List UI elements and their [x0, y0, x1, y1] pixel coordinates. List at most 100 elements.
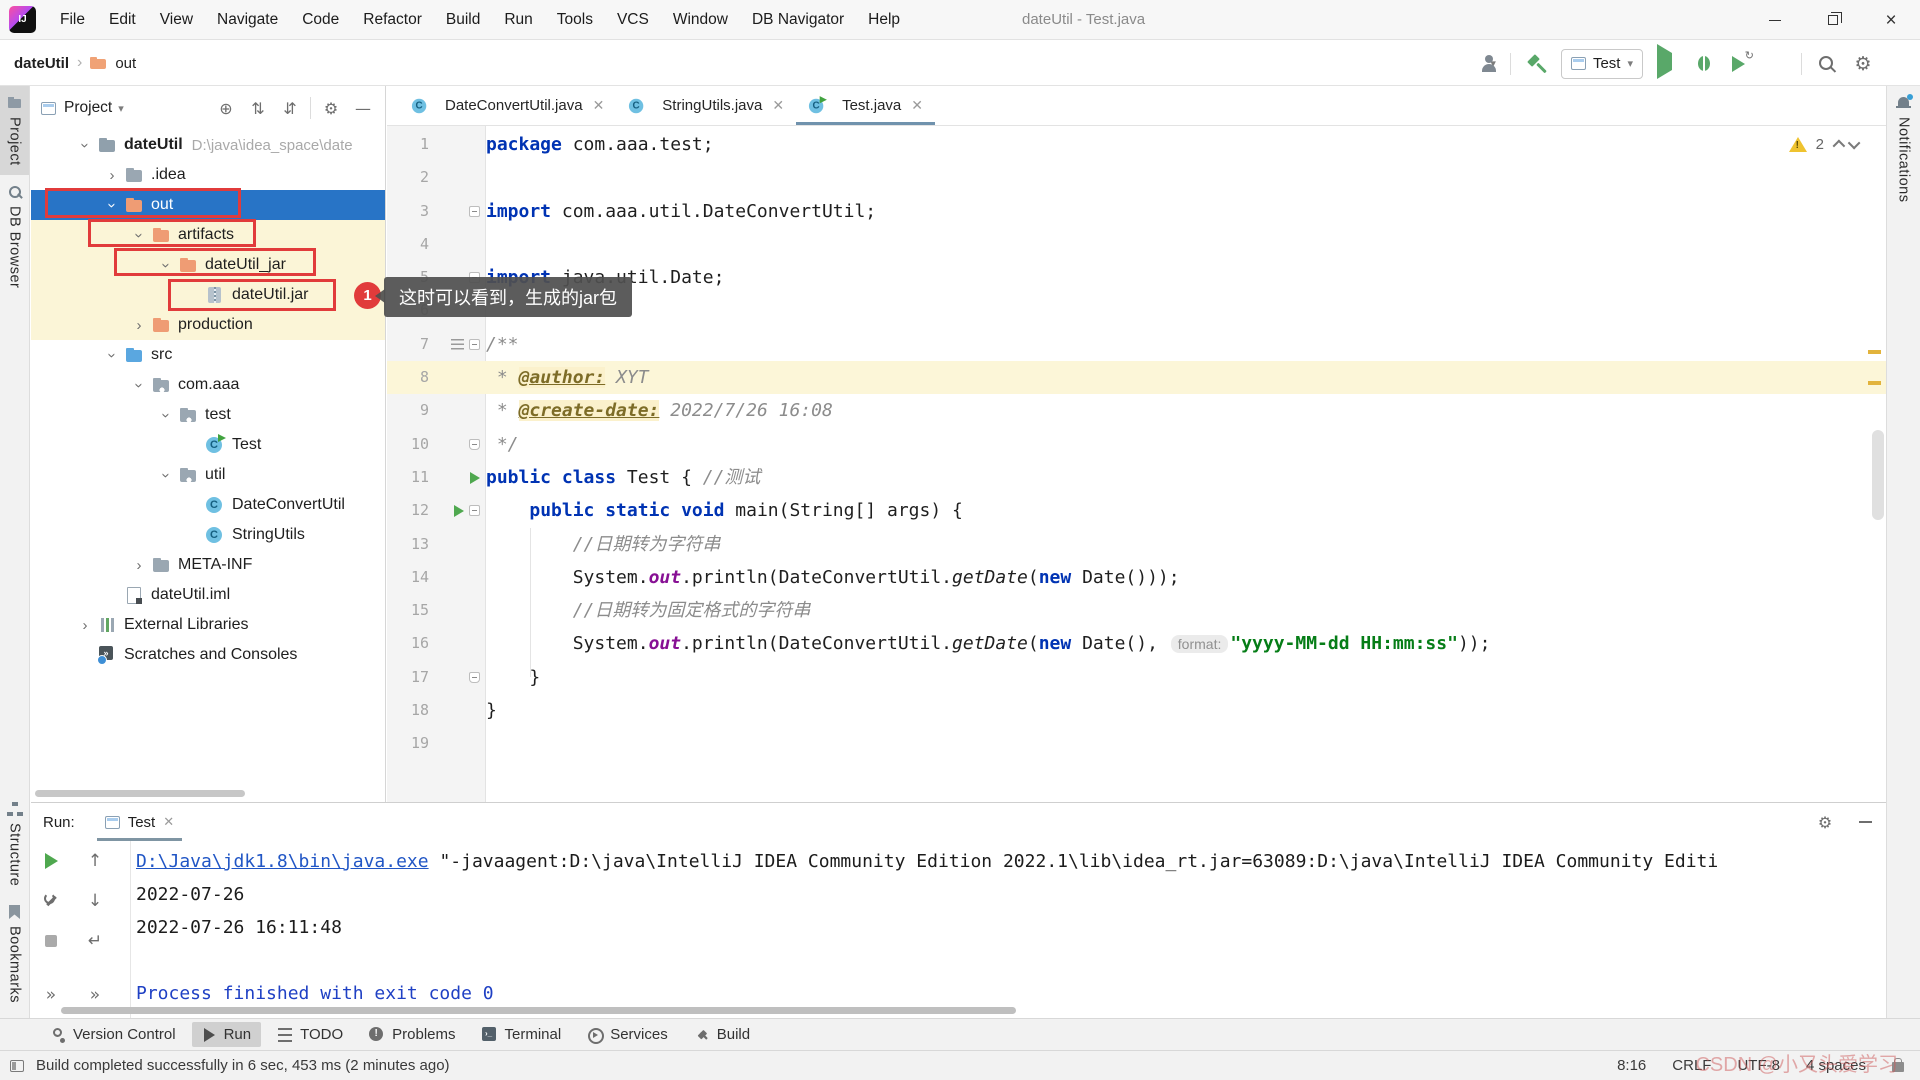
tree-row-test[interactable]: Test — [31, 430, 385, 460]
menu-item-run[interactable]: Run — [494, 7, 542, 33]
collapse-arrow-icon[interactable]: › — [131, 372, 148, 398]
ide-features-button[interactable] — [1888, 53, 1910, 75]
run-tab[interactable]: Test ✕ — [96, 803, 183, 841]
more-actions-right[interactable]: » — [83, 983, 107, 1007]
menu-item-file[interactable]: File — [50, 7, 95, 33]
tree-row-dateutil-iml[interactable]: dateUtil.iml — [31, 580, 385, 610]
panel-settings-button[interactable]: ⚙ — [319, 99, 343, 118]
menu-item-help[interactable]: Help — [858, 7, 910, 33]
expand-arrow-icon[interactable]: › — [126, 317, 152, 334]
fold-icon[interactable] — [469, 272, 480, 284]
settings-button[interactable]: ⚙ — [1852, 53, 1874, 75]
tool-window-toggle-icon[interactable] — [10, 1059, 24, 1072]
collapse-arrow-icon[interactable]: › — [158, 252, 175, 278]
menu-item-build[interactable]: Build — [436, 7, 490, 33]
run-console[interactable]: D:\Java\jdk1.8\bin\java.exe "-javaagent:… — [136, 845, 1886, 1018]
tree-row-test[interactable]: › test — [31, 400, 385, 430]
console-horizontal-scrollbar[interactable] — [61, 1007, 1016, 1014]
toolwindow-button-build[interactable]: Build — [684, 1022, 760, 1047]
collapse-all-button[interactable]: ⇵ — [278, 99, 302, 118]
toolwindow-button-problems[interactable]: Problems — [359, 1022, 465, 1047]
collapse-arrow-icon[interactable]: › — [131, 222, 148, 248]
inspection-widget[interactable]: 2 — [1788, 136, 1861, 153]
run-button[interactable] — [1657, 43, 1679, 79]
breadcrumb-folder[interactable]: out — [115, 55, 136, 72]
console-path-link[interactable]: D:\Java\jdk1.8\bin\java.exe — [136, 851, 429, 872]
expand-all-button[interactable]: ⇅ — [246, 99, 270, 118]
toolwindow-button-run[interactable]: Run — [191, 1022, 262, 1047]
project-panel-title[interactable]: Project — [64, 99, 112, 117]
close-tab-icon[interactable]: ✕ — [911, 97, 923, 114]
previous-problem-icon[interactable] — [1832, 139, 1846, 153]
close-tab-icon[interactable]: ✕ — [593, 97, 605, 114]
build-project-button[interactable] — [1525, 53, 1547, 75]
down-stack-trace-button[interactable]: ↓ — [83, 889, 107, 913]
warning-stripe-mark[interactable] — [1868, 381, 1881, 385]
search-everywhere-button[interactable] — [1816, 53, 1838, 75]
tree-row-com-aaa[interactable]: › com.aaa — [31, 370, 385, 400]
menu-item-view[interactable]: View — [150, 7, 203, 33]
breadcrumb-project[interactable]: dateUtil — [14, 55, 69, 72]
menu-item-refactor[interactable]: Refactor — [353, 7, 432, 33]
run-line-icon[interactable] — [470, 471, 480, 484]
fold-end-icon[interactable] — [469, 671, 480, 683]
next-problem-icon[interactable] — [1847, 136, 1861, 150]
tree-row--idea[interactable]: › .idea — [31, 160, 385, 190]
stripe-button-bookmarks[interactable]: Bookmarks — [0, 895, 29, 1012]
collapse-arrow-icon[interactable]: › — [77, 132, 94, 158]
tree-row-util[interactable]: › util — [31, 460, 385, 490]
coverage-button[interactable] — [1729, 49, 1754, 75]
file-encoding[interactable]: UTF-8 — [1737, 1057, 1780, 1074]
line-separator[interactable]: CRLF — [1672, 1057, 1711, 1074]
select-opened-file-button[interactable]: ⊕ — [214, 99, 238, 118]
toolwindow-button-todo[interactable]: TODO — [267, 1022, 353, 1047]
close-tab-icon[interactable]: ✕ — [772, 97, 784, 114]
expand-arrow-icon[interactable]: › — [99, 167, 125, 184]
tree-row-scratches-and-consoles[interactable]: Scratches and Consoles — [31, 640, 385, 670]
menu-item-vcs[interactable]: VCS — [607, 7, 659, 33]
tree-row-external-libraries[interactable]: › External Libraries — [31, 610, 385, 640]
edit-configuration-button[interactable] — [39, 889, 63, 913]
fold-icon[interactable] — [469, 338, 480, 350]
profile-button[interactable]: ▾ — [1478, 53, 1497, 75]
tree-row-dateutil-jar[interactable]: dateUtil.jar — [31, 280, 385, 310]
fold-end-icon[interactable] — [469, 438, 480, 450]
tab-dateconvertutil-java[interactable]: DateConvertUtil.java ✕ — [399, 86, 616, 125]
stripe-button-structure[interactable]: Structure — [0, 792, 29, 895]
collapse-arrow-icon[interactable]: › — [104, 192, 121, 218]
menu-item-code[interactable]: Code — [292, 7, 349, 33]
tree-row-meta-inf[interactable]: › META-INF — [31, 550, 385, 580]
editor-body[interactable]: 1 package com.aaa.test; 2 3 import com.aaa.u… — [387, 126, 1886, 802]
hide-run-panel-button[interactable] — [1859, 821, 1872, 823]
menu-item-db-navigator[interactable]: DB Navigator — [742, 7, 854, 33]
status-message[interactable]: Build completed successfully in 6 sec, 4… — [36, 1057, 450, 1074]
menu-item-window[interactable]: Window — [663, 7, 738, 33]
toolwindow-button-terminal[interactable]: Terminal — [472, 1022, 572, 1047]
expand-arrow-icon[interactable]: › — [72, 617, 98, 634]
run-config-select[interactable]: Test ▾ — [1560, 48, 1643, 79]
tree-row-artifacts[interactable]: › artifacts — [31, 220, 385, 250]
toolwindow-button-services[interactable]: Services — [577, 1022, 678, 1047]
caret-position[interactable]: 8:16 — [1617, 1057, 1646, 1074]
hide-panel-button[interactable]: — — [351, 99, 375, 118]
stop-process-button[interactable] — [39, 929, 63, 953]
run-settings-button[interactable]: ⚙ — [1813, 813, 1837, 832]
fold-icon[interactable] — [469, 205, 480, 217]
tree-row-dateutil-jar[interactable]: › dateUtil_jar — [31, 250, 385, 280]
toolwindow-button-version-control[interactable]: Version Control — [40, 1022, 186, 1047]
stripe-button-db-browser[interactable]: DB Browser — [0, 175, 29, 297]
maximize-button[interactable] — [1804, 0, 1862, 40]
close-button[interactable]: × — [1862, 0, 1920, 40]
expand-arrow-icon[interactable]: › — [126, 557, 152, 574]
tree-row-production[interactable]: › production — [31, 310, 385, 340]
menu-item-navigate[interactable]: Navigate — [207, 7, 288, 33]
collapse-arrow-icon[interactable]: › — [158, 402, 175, 428]
tree-row-stringutils[interactable]: StringUtils — [31, 520, 385, 550]
menu-item-tools[interactable]: Tools — [547, 7, 603, 33]
project-horizontal-scrollbar[interactable] — [35, 790, 245, 797]
render-doc-icon[interactable] — [451, 338, 464, 350]
stop-button[interactable] — [1765, 53, 1787, 75]
stripe-button-notifications[interactable]: Notifications — [1887, 86, 1920, 211]
debug-button[interactable] — [1693, 53, 1715, 75]
more-actions-left[interactable]: » — [39, 983, 63, 1007]
